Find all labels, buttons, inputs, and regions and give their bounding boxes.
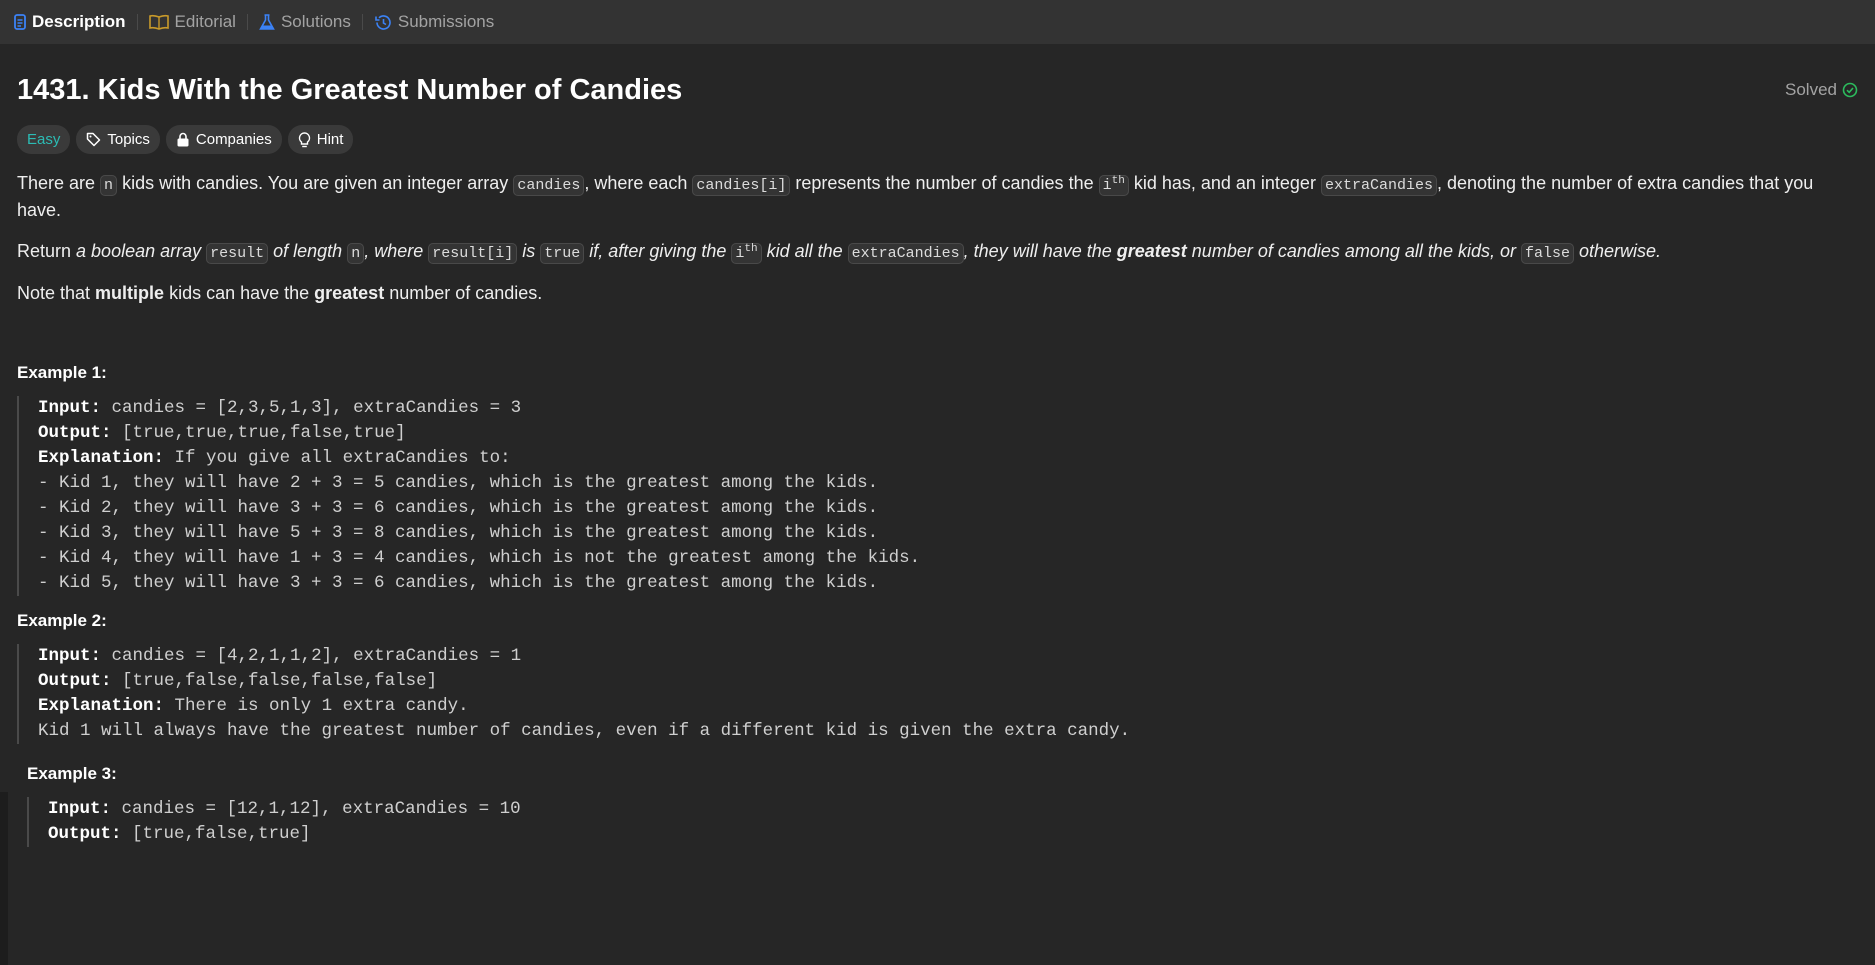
description-paragraph-1: There are n kids with candies. You are g… — [17, 173, 1814, 220]
panel-edge — [0, 792, 8, 965]
tab-divider — [246, 14, 248, 30]
tab-bar: Description Editorial Solutions Submissi… — [0, 0, 1875, 44]
inline-code: false — [1520, 243, 1574, 264]
example-1-block: Input: candies = [2,3,5,1,3], extraCandi… — [17, 396, 1858, 596]
solved-label: Solved — [1785, 80, 1837, 99]
inline-code: ith — [731, 243, 762, 264]
tab-label: Description — [32, 12, 126, 31]
problem-content: 1431. Kids With the Greatest Number of C… — [0, 73, 1875, 847]
tab-editorial[interactable]: Editorial — [148, 12, 236, 32]
inline-code: candies[i] — [692, 175, 791, 196]
inline-code: result — [206, 243, 269, 264]
topics-label: Topics — [107, 131, 150, 148]
flask-icon — [259, 13, 275, 30]
tab-label: Solutions — [280, 12, 351, 31]
hint-button[interactable]: Hint — [287, 125, 354, 154]
tab-solutions[interactable]: Solutions — [259, 12, 351, 32]
tab-label: Submissions — [397, 12, 495, 31]
example-2-block: Input: candies = [4,2,1,1,2], extraCandi… — [17, 644, 1858, 744]
difficulty-label: Easy — [27, 131, 61, 148]
difficulty-badge: Easy — [17, 125, 71, 154]
tab-submissions[interactable]: Submissions — [374, 12, 494, 32]
inline-code: n — [347, 243, 365, 264]
inline-code: candies — [513, 175, 585, 196]
inline-code: n — [100, 175, 118, 196]
inline-code: extraCandies — [1320, 175, 1437, 196]
description-paragraph-2: Return a boolean array result of length … — [17, 241, 1662, 264]
tab-description[interactable]: Description — [14, 12, 126, 32]
inline-code: extraCandies — [847, 243, 964, 264]
solved-status: Solved — [1785, 80, 1858, 100]
topics-button[interactable]: Topics — [76, 125, 160, 154]
description-paragraph-3: Note that multiple kids can have the gre… — [17, 283, 543, 303]
inline-code: true — [540, 243, 585, 264]
example-3-block: Input: candies = [12,1,12], extraCandies… — [27, 797, 1858, 847]
book-icon — [148, 14, 169, 30]
hint-label: Hint — [316, 131, 344, 148]
example-2-title: Example 2: — [17, 611, 107, 630]
example-3-title: Example 3: — [27, 764, 117, 783]
tab-divider — [136, 14, 138, 30]
lightbulb-icon — [298, 131, 310, 147]
history-icon — [375, 14, 391, 30]
check-circle-icon — [1842, 82, 1858, 98]
tag-row: Easy Topics Companies Hint — [17, 125, 1858, 154]
problem-title: 1431. Kids With the Greatest Number of C… — [17, 73, 683, 106]
companies-button[interactable]: Companies — [165, 125, 282, 154]
example-1-title: Example 1: — [17, 363, 107, 382]
tag-icon — [87, 132, 101, 147]
inline-code: result[i] — [428, 243, 518, 264]
tab-label: Editorial — [174, 12, 236, 31]
tab-divider — [361, 14, 363, 30]
lock-icon — [177, 132, 189, 147]
description-icon — [14, 14, 26, 30]
companies-label: Companies — [195, 131, 272, 148]
inline-code: ith — [1098, 175, 1129, 196]
